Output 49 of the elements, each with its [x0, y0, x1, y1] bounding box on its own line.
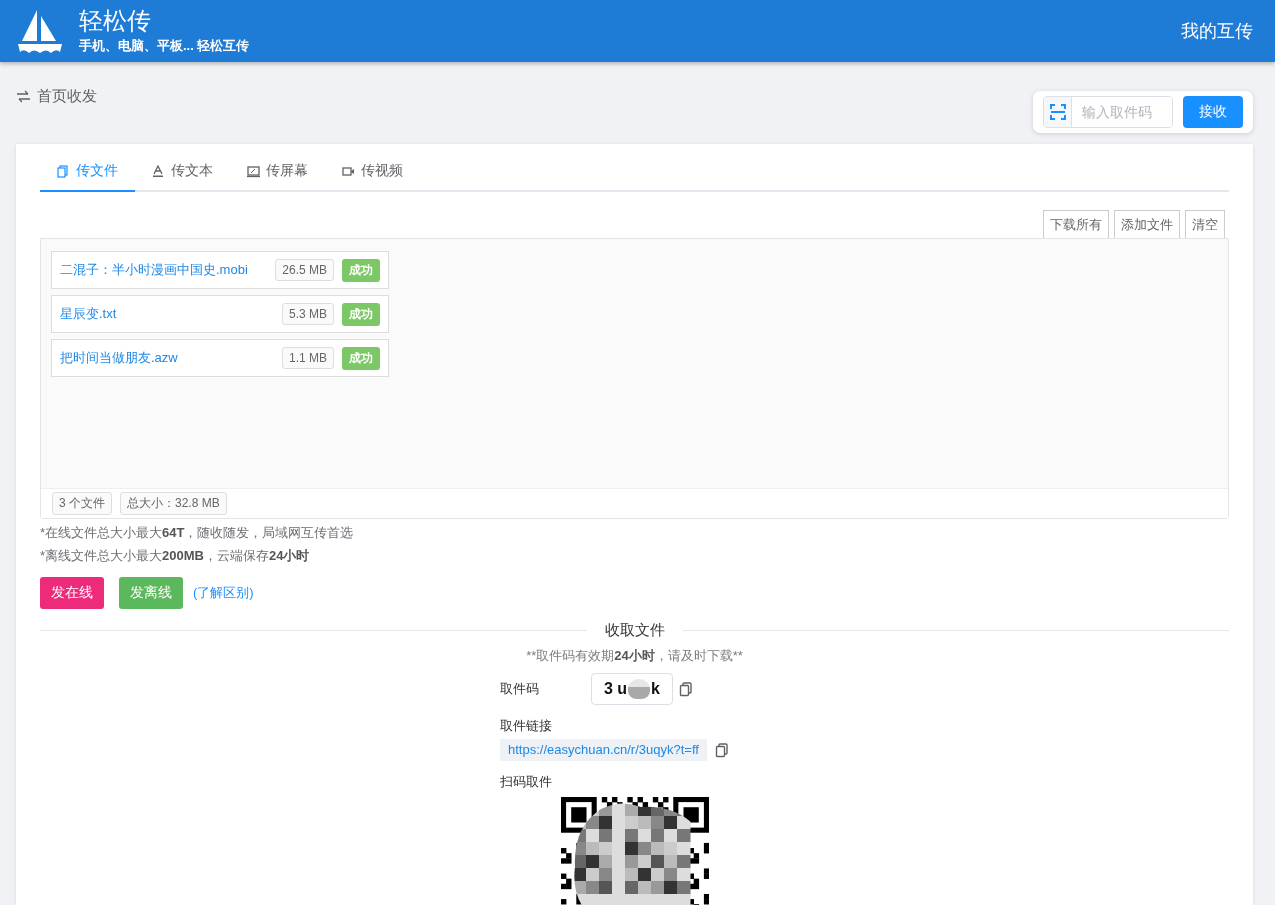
- file-action-button[interactable]: 添加文件: [1114, 210, 1180, 238]
- total-size-tag: 总大小：32.8 MB: [120, 492, 227, 515]
- status-tag: 成功: [342, 346, 380, 370]
- site-title: 轻松传: [79, 7, 152, 35]
- file-count-tag: 3 个文件: [52, 492, 112, 515]
- redaction-mark: [628, 679, 651, 699]
- limit-note: *在线文件总大小最大64T，随收随发，局域网互传首选: [40, 524, 355, 542]
- pickup-link[interactable]: https://easychuan.cn/r/3uqyk?t=ff: [500, 739, 707, 761]
- monitor-icon: [247, 164, 260, 178]
- tab[interactable]: 传屏幕: [230, 152, 325, 192]
- tab[interactable]: 传视频: [325, 152, 420, 192]
- breadcrumb-label: 首页收发: [37, 87, 97, 106]
- site-slogan: 手机、电脑、平板... 轻松互传: [79, 37, 250, 55]
- file-item[interactable]: 二混子：半小时漫画中国史.mobi 26.5 MB 成功: [51, 251, 389, 289]
- receive-button[interactable]: 接收: [1183, 96, 1243, 128]
- expiry-notice: **取件码有效期24小时，请及时下载**: [525, 647, 744, 665]
- copy-icon: [679, 681, 693, 697]
- file-size-tag: 26.5 MB: [275, 259, 334, 281]
- scan-icon: [1049, 104, 1066, 120]
- section-title: 收取文件: [604, 621, 665, 640]
- files-icon: [57, 164, 70, 178]
- text-format-icon: [152, 164, 165, 178]
- file-action-button[interactable]: 下载所有: [1043, 210, 1109, 238]
- difference-link[interactable]: (了解区别): [193, 584, 254, 602]
- field-label: 取件码: [500, 680, 539, 698]
- file-name-link[interactable]: 二混子：半小时漫画中国史.mobi: [60, 261, 276, 279]
- field-label: 扫码取件: [500, 773, 553, 791]
- file-name-link[interactable]: 把时间当做朋友.azw: [60, 349, 282, 367]
- send-button[interactable]: 发离线: [119, 577, 183, 609]
- status-tag: 成功: [342, 258, 380, 282]
- file-action-button[interactable]: 清空: [1185, 210, 1225, 238]
- pickup-code-field: 3 u k: [591, 673, 673, 705]
- file-size-tag: 5.3 MB: [282, 303, 334, 325]
- tab[interactable]: 传文本: [135, 152, 230, 192]
- limit-note: *离线文件总大小最大200MB，云端保存24小时: [40, 547, 311, 565]
- field-label: 取件链接: [500, 717, 553, 735]
- status-tag: 成功: [342, 302, 380, 326]
- sailboat-logo-icon: [18, 8, 62, 54]
- my-transfers-link[interactable]: 我的互传: [1181, 19, 1253, 43]
- copy-icon: [714, 742, 729, 758]
- tab[interactable]: 传文件: [40, 152, 135, 192]
- file-item[interactable]: 把时间当做朋友.azw 1.1 MB 成功: [51, 339, 389, 377]
- file-name-link[interactable]: 星辰变.txt: [60, 305, 282, 323]
- send-button[interactable]: 发在线: [40, 577, 104, 609]
- file-item[interactable]: 星辰变.txt 5.3 MB 成功: [51, 295, 389, 333]
- pickup-code-field[interactable]: 输入取件码: [1043, 96, 1173, 128]
- video-camera-icon: [342, 164, 355, 178]
- file-size-tag: 1.1 MB: [282, 347, 334, 369]
- swap-icon: [16, 90, 31, 103]
